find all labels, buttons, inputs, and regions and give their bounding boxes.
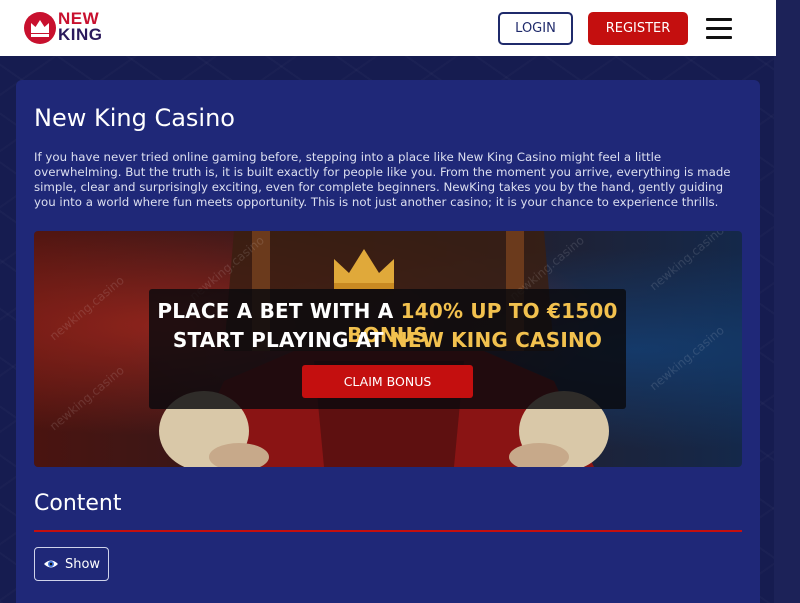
claim-bonus-button[interactable]: CLAIM BONUS	[302, 365, 473, 398]
logo-wordmark: NEW KING	[58, 10, 103, 44]
hamburger-menu-icon[interactable]	[706, 16, 734, 40]
promo-line2-highlight: NEW KING CASINO	[390, 328, 603, 352]
site-header: NEW KING LOGIN REGISTER	[0, 0, 776, 56]
scrollbar-track[interactable]	[774, 0, 800, 603]
login-button[interactable]: LOGIN	[498, 12, 573, 45]
crown-logo-icon	[24, 12, 56, 44]
promo-line1-text: PLACE A BET WITH A	[157, 299, 401, 323]
svg-text:newking.casino: newking.casino	[647, 323, 727, 393]
promo-headline-line2: START PLAYING AT NEW KING CASINO	[149, 328, 626, 352]
svg-text:newking.casino: newking.casino	[647, 231, 727, 293]
svg-text:newking.casino: newking.casino	[47, 363, 127, 433]
site-logo[interactable]: NEW KING	[22, 10, 112, 46]
logo-line-king: KING	[58, 25, 103, 44]
show-toc-button[interactable]: Show	[34, 547, 109, 581]
show-button-label: Show	[64, 556, 101, 572]
page-title: New King Casino	[34, 104, 235, 132]
eye-icon	[43, 560, 58, 568]
promo-line2-text: START PLAYING AT	[172, 328, 391, 352]
intro-paragraph: If you have never tried online gaming be…	[34, 150, 731, 209]
svg-text:newking.casino: newking.casino	[47, 273, 127, 343]
content-section-title: Content	[34, 491, 122, 516]
section-divider	[34, 530, 742, 532]
register-button[interactable]: REGISTER	[588, 12, 688, 45]
